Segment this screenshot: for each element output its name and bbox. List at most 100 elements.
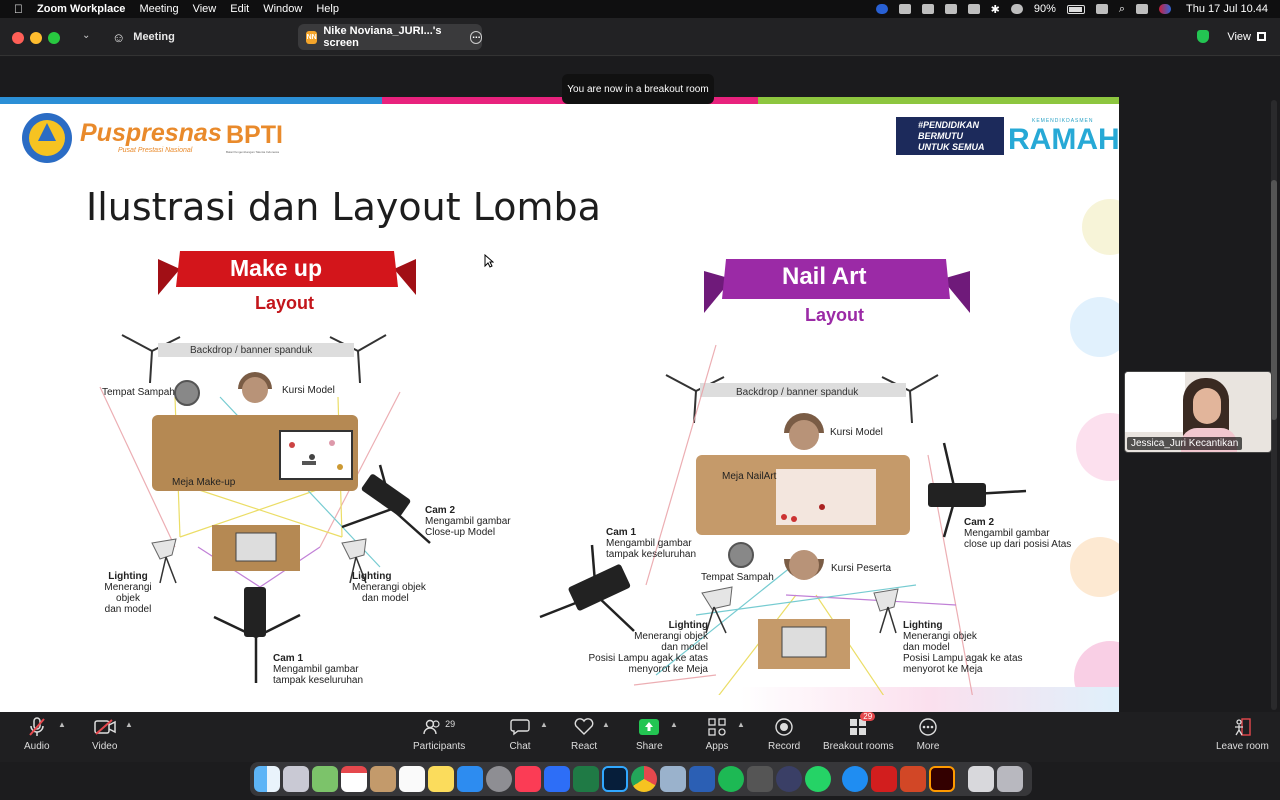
video-button[interactable]: Video — [92, 716, 117, 752]
menu-app-name[interactable]: Zoom Workplace — [37, 3, 125, 15]
tab-shared-screen[interactable]: NN Nike Noviana_JURI...'s screen ⋯ — [298, 24, 482, 50]
notes-icon[interactable] — [428, 766, 454, 792]
appstore-icon[interactable] — [457, 766, 483, 792]
calculator-icon[interactable] — [747, 766, 773, 792]
view-button[interactable]: View — [1197, 30, 1266, 43]
menu-meeting[interactable]: Meeting — [139, 3, 178, 15]
screenrecord-icon[interactable] — [776, 766, 802, 792]
nailart-light-right-title: Lighting — [903, 620, 943, 631]
leave-room-button[interactable]: Leave room — [1216, 716, 1269, 752]
nailart-cam1-desc-2: tampak keseluruhan — [606, 549, 697, 560]
zoom-status-icon[interactable] — [875, 4, 888, 14]
nailart-light-right-desc-1: Menerangi objek — [903, 631, 977, 642]
safari-icon[interactable] — [842, 766, 868, 792]
zoom-window-button[interactable] — [48, 32, 60, 44]
makeup-cam1-caption: Cam 1 Mengambil gambar tampak keseluruha… — [273, 653, 363, 686]
participants-label: Participants — [413, 741, 466, 752]
siri-icon[interactable] — [1159, 4, 1172, 14]
tab-meeting[interactable]: ☺ Meeting — [112, 26, 175, 48]
reminders-icon[interactable] — [399, 766, 425, 792]
audio-options-caret[interactable]: ▲ — [58, 720, 66, 729]
menu-window[interactable]: Window — [263, 3, 302, 15]
documents-icon[interactable] — [968, 766, 994, 792]
finder-icon[interactable] — [254, 766, 280, 792]
chrome-icon[interactable] — [631, 766, 657, 792]
clock[interactable]: Thu 17 Jul 10.44 — [1186, 3, 1268, 15]
menu-edit[interactable]: Edit — [230, 3, 249, 15]
makeup-cam2-desc-2: Close-up Model — [425, 527, 496, 538]
wifi-icon[interactable] — [1095, 4, 1108, 14]
share-label: Share — [636, 741, 663, 752]
chat-options-caret[interactable]: ▲ — [540, 720, 548, 729]
react-options-caret[interactable]: ▲ — [602, 720, 610, 729]
whatsapp-icon[interactable] — [805, 766, 831, 792]
share-options-caret[interactable]: ▲ — [670, 720, 678, 729]
makeup-banner-title: Make up — [230, 255, 323, 281]
menu-view[interactable]: View — [193, 3, 217, 15]
video-options-caret[interactable]: ▲ — [125, 720, 133, 729]
minimize-window-button[interactable] — [30, 32, 42, 44]
photoshop-icon[interactable] — [602, 766, 628, 792]
audio-button[interactable]: Audio — [24, 716, 50, 752]
react-label: React — [571, 741, 598, 752]
share-button[interactable]: Share — [636, 716, 663, 752]
powerpoint-icon[interactable] — [900, 766, 926, 792]
chat-button[interactable]: Chat — [508, 716, 532, 752]
trash-icon[interactable] — [997, 766, 1023, 792]
zoom-icon[interactable] — [544, 766, 570, 792]
spotify-icon[interactable] — [718, 766, 744, 792]
info-icon[interactable] — [1010, 4, 1023, 14]
puspresnas-logo-text: Puspresnas — [80, 119, 222, 147]
shared-slide: Puspresnas Pusat Prestasi Nasional BPTI … — [0, 97, 1119, 714]
apple-icon[interactable]:  — [14, 2, 23, 16]
maps-icon[interactable] — [312, 766, 338, 792]
chat-icon — [508, 716, 532, 738]
react-button[interactable]: React — [571, 716, 597, 752]
user-icon[interactable] — [944, 4, 957, 14]
makeup-cam1-desc-1: Mengambil gambar — [273, 664, 359, 675]
participant-video-thumbnail[interactable]: Jessica_Juri Kecantikan — [1124, 371, 1272, 453]
puspresnas-logo-subtitle: Pusat Prestasi Nasional — [118, 147, 193, 154]
control-center-icon[interactable] — [1136, 4, 1149, 14]
preview-icon[interactable] — [660, 766, 686, 792]
leave-room-icon — [1230, 716, 1254, 738]
settings-icon[interactable] — [486, 766, 512, 792]
makeup-light-left-desc-1: Menerangi objek — [104, 582, 152, 604]
more-options-icon[interactable]: ⋯ — [470, 30, 482, 44]
makeup-cam2-caption: Cam 2 Mengambil gambar Close-up Model — [425, 505, 511, 538]
macos-dock — [250, 762, 1032, 796]
more-button[interactable]: More — [916, 716, 940, 752]
calendar-icon[interactable] — [341, 766, 367, 792]
cloud-icon[interactable] — [898, 4, 911, 14]
video-label: Video — [92, 741, 118, 752]
bluetooth-icon[interactable]: ✱ — [991, 3, 1000, 16]
nailart-light-left-desc-3: Posisi Lampu agak ke atas — [588, 653, 708, 664]
search-icon[interactable]: ⌕ — [1119, 3, 1125, 16]
illustrator-icon[interactable] — [929, 766, 955, 792]
nailart-table-label: Meja NailArt — [722, 471, 777, 482]
menu-help[interactable]: Help — [316, 3, 339, 15]
chevron-down-icon[interactable]: ⌄ — [82, 30, 90, 41]
word-icon[interactable] — [689, 766, 715, 792]
close-window-button[interactable] — [12, 32, 24, 44]
thumbnail-background-slide — [1125, 372, 1185, 432]
nailart-cam2-desc-1: Mengambil gambar — [964, 528, 1050, 539]
acrobat-icon[interactable] — [871, 766, 897, 792]
display-icon[interactable] — [967, 4, 980, 14]
apps-button[interactable]: Apps — [705, 716, 729, 752]
music-icon[interactable] — [515, 766, 541, 792]
participants-button[interactable]: 29 Participants — [413, 716, 465, 752]
makeup-light-left-title: Lighting — [108, 571, 148, 582]
battery-percent: 90% — [1033, 3, 1056, 15]
launchpad-icon[interactable] — [283, 766, 309, 792]
more-icon — [916, 716, 940, 738]
battery-icon[interactable] — [1066, 4, 1085, 14]
excel-icon[interactable] — [573, 766, 599, 792]
bpti-logo-subtitle: Balai Pengembangan Talenta Indonesia — [226, 150, 279, 154]
drive-icon[interactable] — [921, 4, 934, 14]
record-button[interactable]: Record — [768, 716, 800, 752]
contacts-icon[interactable] — [370, 766, 396, 792]
apps-options-caret[interactable]: ▲ — [737, 720, 745, 729]
makeup-cam1-title: Cam 1 — [273, 653, 304, 664]
breakout-rooms-button[interactable]: 29 Breakout rooms — [823, 712, 894, 752]
